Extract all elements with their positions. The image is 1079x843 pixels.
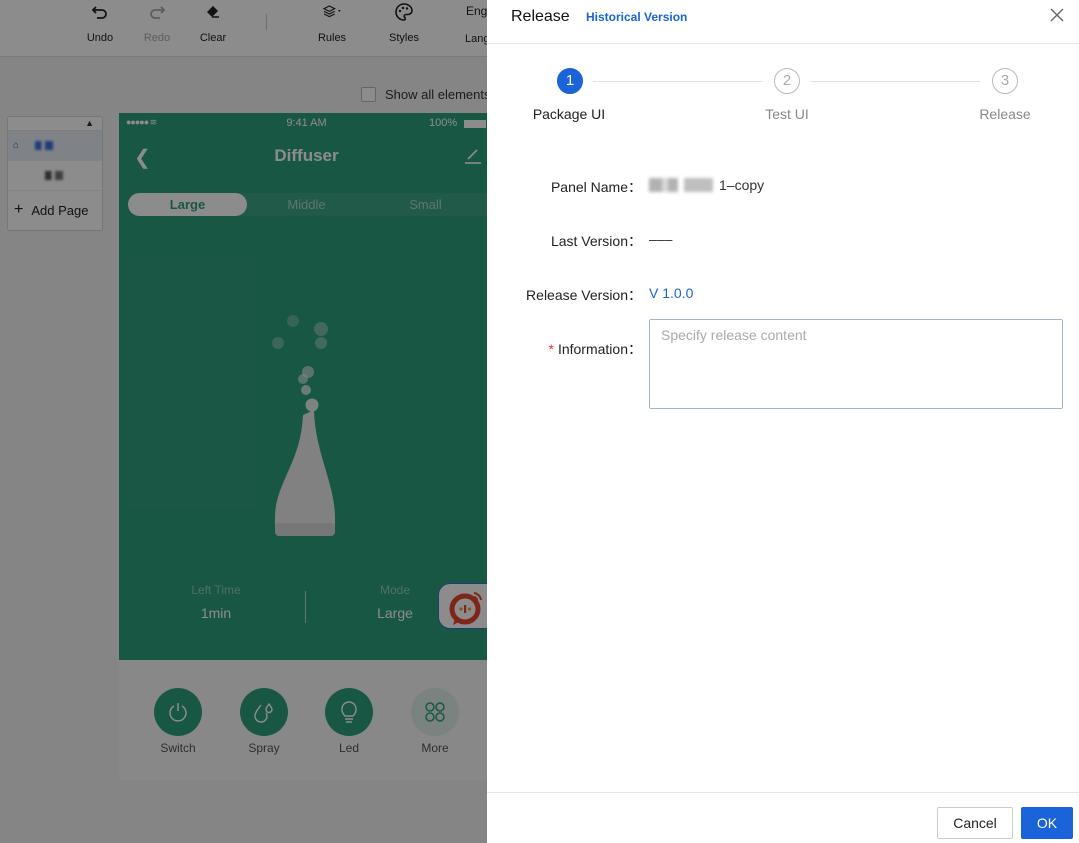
step-3-label: Release (979, 106, 1031, 122)
ok-button[interactable]: OK (1021, 807, 1073, 839)
release-steps: 1 2 3 Package UI Test UI Release (487, 66, 1079, 126)
step-connector (810, 81, 980, 82)
release-version-value: V 1.0.0 (649, 285, 694, 301)
information-textarea[interactable] (649, 319, 1063, 409)
step-connector (593, 81, 763, 82)
required-mark: * (548, 341, 554, 357)
drawer-header: Release Historical Version (487, 0, 1079, 44)
panel-name-label: Panel Name： (550, 179, 642, 195)
release-version-label: Release Version： (526, 287, 642, 303)
drawer-footer: Cancel OK (487, 792, 1079, 843)
drawer-title: Release (511, 8, 570, 25)
step-2-indicator: 2 (774, 68, 800, 94)
last-version-label: Last Version： (550, 233, 642, 249)
step-2-label: Test UI (765, 106, 809, 122)
step-3-indicator: 3 (992, 68, 1018, 94)
panel-name-value: 1–copy (649, 177, 764, 193)
close-icon[interactable] (1050, 8, 1066, 24)
step-1-indicator: 1 (557, 68, 583, 94)
historical-version-link[interactable]: Historical Version (586, 10, 687, 24)
information-label: * Information： (548, 341, 643, 357)
cancel-button[interactable]: Cancel (937, 807, 1013, 839)
redacted-text (649, 178, 713, 192)
release-drawer: Release Historical Version 1 2 3 Package… (487, 0, 1079, 843)
last-version-value: ––– (649, 231, 673, 247)
step-1-label: Package UI (532, 106, 606, 122)
